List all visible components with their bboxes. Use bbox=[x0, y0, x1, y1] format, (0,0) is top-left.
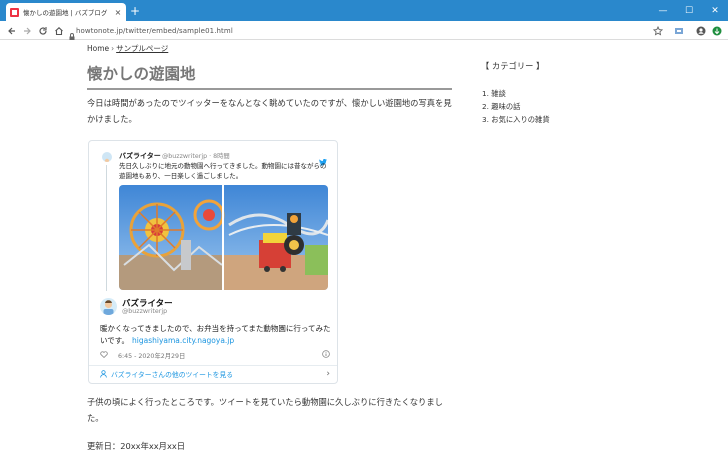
author-avatar[interactable] bbox=[100, 298, 117, 315]
address-bar[interactable]: howtonote.jp/twitter/embed/sample01.html bbox=[76, 27, 233, 35]
forward-icon[interactable] bbox=[20, 24, 33, 37]
extension-icon[interactable] bbox=[672, 24, 685, 37]
card-divider bbox=[89, 365, 337, 366]
thread-line bbox=[106, 165, 107, 291]
quoted-tweet-text: 先日久しぶりに地元の動物園へ行ってきました。動物園には昔ながらの遊園地もあり、一… bbox=[119, 162, 327, 180]
new-tab-button[interactable]: + bbox=[130, 4, 140, 18]
tab-title: 懐かしの遊園地 | バズブログ bbox=[23, 9, 108, 17]
more-tweets-label: バズライターさんの他のツイートを見る bbox=[111, 371, 234, 379]
page-content: Home › サンプルページ 懐かしの遊園地 今日は時間があったのでツイッターをなん… bbox=[0, 40, 728, 460]
sidebar-title: 【 カテゴリー 】 bbox=[481, 61, 545, 71]
tweet-photo[interactable] bbox=[119, 185, 328, 290]
browser-toolbar: howtonote.jp/twitter/embed/sample01.html bbox=[0, 21, 728, 41]
tweet-link[interactable]: higashiyama.city.nagoya.jp bbox=[132, 336, 234, 345]
intro-paragraph: 今日は時間があったのでツイッターをなんとなく眺めていたのですが、懐かしい遊園地の… bbox=[87, 98, 452, 124]
reload-icon[interactable] bbox=[36, 24, 49, 37]
heart-icon[interactable] bbox=[100, 350, 108, 360]
account-icon[interactable] bbox=[694, 24, 707, 37]
close-window-button[interactable]: ✕ bbox=[702, 0, 728, 21]
tweet-timestamp[interactable]: 6:45 - 2020年2月29日 bbox=[118, 351, 185, 360]
person-icon bbox=[100, 370, 107, 378]
favicon-icon bbox=[10, 7, 19, 17]
quoted-tweet-handle: @buzzwriterjp · 8時間 bbox=[162, 153, 230, 160]
browser-tab[interactable]: 懐かしの遊園地 | バズブログ × bbox=[6, 3, 126, 21]
chevron-right-icon: › bbox=[326, 369, 330, 379]
tweet-meta: 6:45 - 2020年2月29日 bbox=[100, 350, 330, 360]
breadcrumb-current[interactable]: サンプルページ bbox=[116, 44, 168, 53]
tweet-handle[interactable]: @buzzwriterjp bbox=[122, 308, 167, 315]
breadcrumb-separator: › bbox=[111, 44, 115, 53]
embedded-tweet[interactable]: バズライター @buzzwriterjp · 8時間 先日久しぶりに地元の動物園… bbox=[88, 140, 338, 384]
updated-date: 更新日：20xx年xx月xx日 bbox=[87, 441, 186, 451]
tab-close-icon[interactable]: × bbox=[114, 8, 122, 17]
tweet-text: 暖かくなってきましたので、お弁当を持ってまた動物園に行ってみたいです。 higas… bbox=[100, 324, 331, 345]
more-tweets-link[interactable]: バズライターさんの他のツイートを見る › bbox=[100, 369, 330, 379]
avatar[interactable] bbox=[102, 152, 112, 162]
breadcrumb-home[interactable]: Home bbox=[87, 44, 109, 53]
category-item[interactable]: 3. お気に入りの雑貨 bbox=[482, 113, 550, 126]
category-item[interactable]: 2. 趣味の話 bbox=[482, 100, 550, 113]
category-item[interactable]: 1. 雑談 bbox=[482, 87, 550, 100]
star-icon[interactable] bbox=[651, 24, 664, 37]
page-title: 懐かしの遊園地 bbox=[87, 62, 452, 90]
browser-titlebar: 懐かしの遊園地 | バズブログ × + — ☐ ✕ bbox=[0, 0, 728, 21]
minimize-button[interactable]: — bbox=[650, 0, 676, 21]
info-icon[interactable] bbox=[322, 350, 330, 360]
maximize-button[interactable]: ☐ bbox=[676, 0, 702, 21]
quoted-tweet-author[interactable]: バズライター bbox=[119, 151, 161, 161]
category-list: 1. 雑談 2. 趣味の話 3. お気に入りの雑貨 bbox=[482, 87, 550, 126]
after-paragraph: 子供の頃によく行ったところです。ツイートを見ていたら動物園に久しぶりに行きたくな… bbox=[87, 397, 443, 423]
back-icon[interactable] bbox=[5, 24, 18, 37]
breadcrumb: Home › サンプルページ bbox=[87, 43, 168, 54]
home-icon[interactable] bbox=[52, 24, 65, 37]
update-icon[interactable] bbox=[710, 24, 723, 37]
